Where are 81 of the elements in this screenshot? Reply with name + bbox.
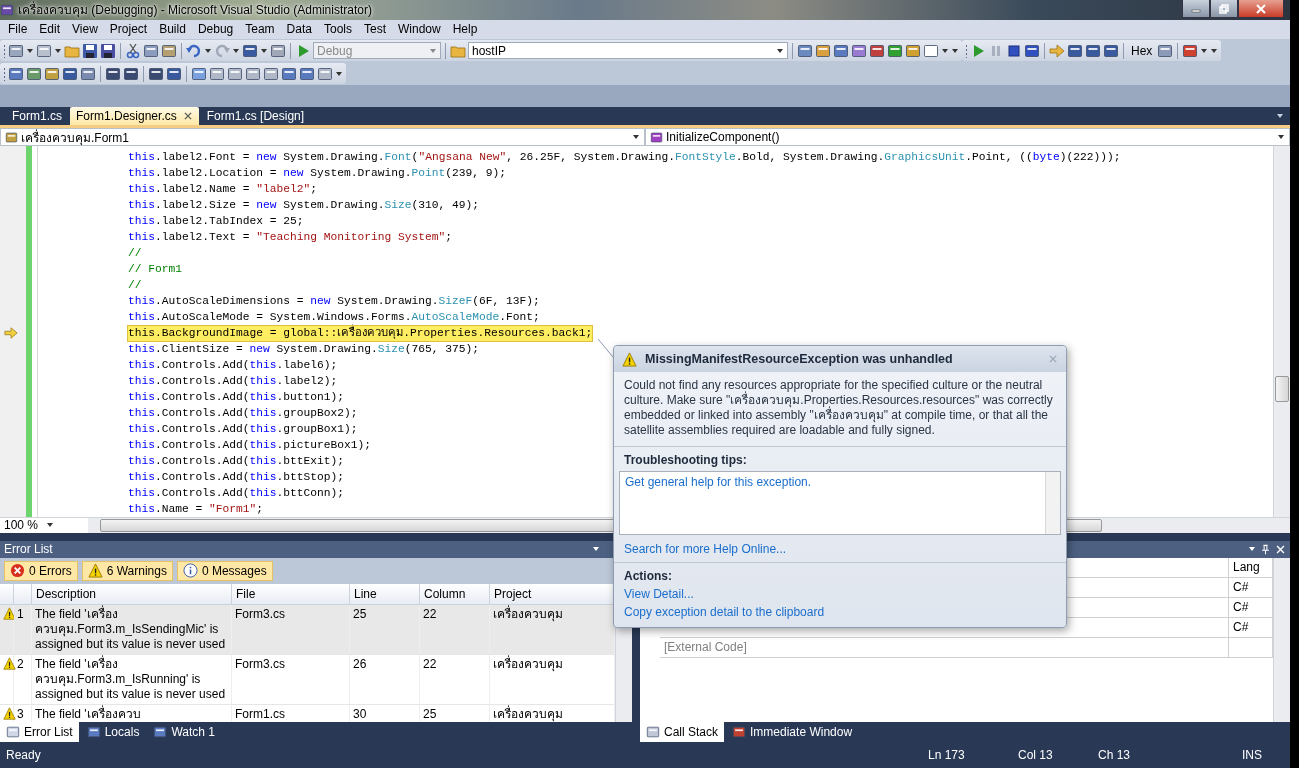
window-title: เครื่องควบคุม (Debugging) - Microsoft Visual Studio (Administrator) xyxy=(18,0,372,20)
menu-item[interactable]: Project xyxy=(103,22,154,37)
code-line: this.AutoScaleDimensions = new System.Drawing.SizeF(6F, 13F); xyxy=(128,293,540,309)
code-line: this.label2.Text = "Teaching Monitoring System"; xyxy=(128,229,453,245)
table-cell: Form3.cs xyxy=(232,654,350,705)
table-cell: 25 xyxy=(350,604,420,655)
menu-item[interactable]: Data xyxy=(280,22,318,37)
code-line: this.AutoScaleMode = System.Windows.Forms.AutoScaleMode.Font; xyxy=(128,309,540,324)
find-dropdown[interactable]: hostIP xyxy=(468,42,788,60)
insert-mode-indicator: INS xyxy=(1242,747,1262,762)
document-tab[interactable]: Form1.Designer.cs xyxy=(70,107,199,126)
code-line: this.Controls.Add(this.label2); xyxy=(128,373,338,389)
column-header[interactable]: Column xyxy=(420,583,490,605)
action-link[interactable]: Copy exception detail to the clipboard xyxy=(624,605,1056,619)
code-line: this.Controls.Add(this.button1); xyxy=(128,389,345,405)
column-indicator: Col 13 xyxy=(1018,747,1054,762)
menu-item[interactable]: Debug xyxy=(191,22,240,37)
code-line: this.Controls.Add(this.bttExit); xyxy=(128,453,345,469)
code-line: this.label2.Size = new System.Drawing.Size(310, 49); xyxy=(128,197,480,213)
menu-item[interactable]: Test xyxy=(357,22,392,37)
document-tab[interactable]: Form1.cs xyxy=(6,107,68,126)
menu-item[interactable]: Team xyxy=(239,22,281,37)
code-line: this.Controls.Add(this.pictureBox1); xyxy=(128,437,372,453)
code-line: // xyxy=(128,277,142,293)
section-heading: Actions: xyxy=(624,569,672,583)
code-line: this.label2.Name = "label2"; xyxy=(128,181,318,197)
code-line: this.Controls.Add(this.groupBox1); xyxy=(128,421,358,437)
line-indicator: Ln 173 xyxy=(928,747,966,762)
character-indicator: Ch 13 xyxy=(1098,747,1132,762)
table-cell: เครื่องควบคุม xyxy=(490,604,615,655)
code-line: this.Name = "Form1"; xyxy=(128,501,264,517)
section-heading: Troubleshooting tips: xyxy=(624,453,747,467)
panel-title: Error List xyxy=(4,542,53,557)
column-header[interactable]: Line xyxy=(350,583,420,605)
type-dropdown[interactable]: เครื่องควบคุม.Form1 xyxy=(0,128,645,147)
code-line: this.ClientSize = new System.Drawing.Size(765, 375); xyxy=(128,341,480,357)
table-cell: 22 xyxy=(420,654,490,705)
menu-item[interactable]: Build xyxy=(153,22,192,37)
code-line: // Form1 xyxy=(128,261,182,277)
menu-item[interactable]: Tools xyxy=(317,22,358,37)
table-cell: 26 xyxy=(350,654,420,705)
exception-title: MissingManifestResourceException was unhandled xyxy=(645,352,953,366)
help-link[interactable]: Search for more Help Online... xyxy=(624,542,787,556)
table-cell: 2 xyxy=(14,654,32,705)
menu-item[interactable]: View xyxy=(66,22,104,37)
table-cell: 1 xyxy=(14,604,32,655)
filter-button[interactable]: 0 Messages xyxy=(176,560,273,581)
panel-tab[interactable]: Call Stack xyxy=(640,721,725,742)
panel-tab[interactable]: Immediate Window xyxy=(726,721,859,742)
exception-message: Could not find any resources appropriate for the specified culture or the neutral culture. Make sure "เครื่องควบคุม.Properties.Resources.resources" was correctly embedded or linked into assembly "เครื่องควบคุม" at compile time, or that all the satellite assemblies required are loadable and fully signed. xyxy=(614,372,1066,447)
panel-tab[interactable]: Error List xyxy=(0,721,79,742)
code-line: this.Controls.Add(this.groupBox2); xyxy=(128,405,358,421)
status-message: Ready xyxy=(6,747,42,762)
member-dropdown[interactable]: InitializeComponent() xyxy=(645,128,1290,147)
table-cell: The field 'เครื่องควบคุม.Form3.m_IsRunning' is assigned but its value is never used xyxy=(32,654,232,705)
table-cell: Form3.cs xyxy=(232,604,350,655)
table-cell: [External Code] xyxy=(660,637,1229,658)
code-line: // xyxy=(128,245,142,261)
menu-item[interactable]: File xyxy=(2,22,34,37)
document-tab[interactable]: Form1.cs [Design] xyxy=(200,107,311,126)
filter-button[interactable]: 6 Warnings xyxy=(81,560,173,581)
code-line: this.label2.Font = new System.Drawing.Font("Angsana New", 26.25F, System.Drawing.FontStyle.Bold, System.Drawing.GraphicsUnit.Point, ((byte)(222))); xyxy=(128,149,1121,165)
column-header[interactable]: File xyxy=(232,583,350,605)
table-cell: The field 'เครื่องควบคุม.Form3.m_IsSendingMic' is assigned but its value is never used xyxy=(32,604,232,655)
menu-item[interactable]: Edit xyxy=(33,22,67,37)
code-line: this.label2.Location = new System.Drawing.Point(239, 9); xyxy=(128,165,507,181)
column-header[interactable]: Description xyxy=(32,583,232,605)
action-link[interactable]: View Detail... xyxy=(624,587,1056,601)
help-link[interactable]: Get general help for this exception. xyxy=(625,475,812,489)
filter-button[interactable]: 0 Errors xyxy=(4,560,78,581)
table-cell: 22 xyxy=(420,604,490,655)
code-line: this.label2.TabIndex = 25; xyxy=(128,213,304,229)
panel-tab[interactable]: Watch 1 xyxy=(147,721,221,742)
code-line: this.Controls.Add(this.bttStop); xyxy=(128,469,345,485)
panel-tab[interactable]: Locals xyxy=(80,721,146,742)
zoom-dropdown[interactable]: 100 % xyxy=(0,518,88,533)
code-line: this.Controls.Add(this.label6); xyxy=(128,357,338,373)
menu-item[interactable]: Window xyxy=(392,22,447,37)
code-line: this.Controls.Add(this.bttConn); xyxy=(128,485,345,501)
menu-item[interactable]: Help xyxy=(446,22,484,37)
hex-button[interactable]: Hex xyxy=(1128,43,1156,58)
